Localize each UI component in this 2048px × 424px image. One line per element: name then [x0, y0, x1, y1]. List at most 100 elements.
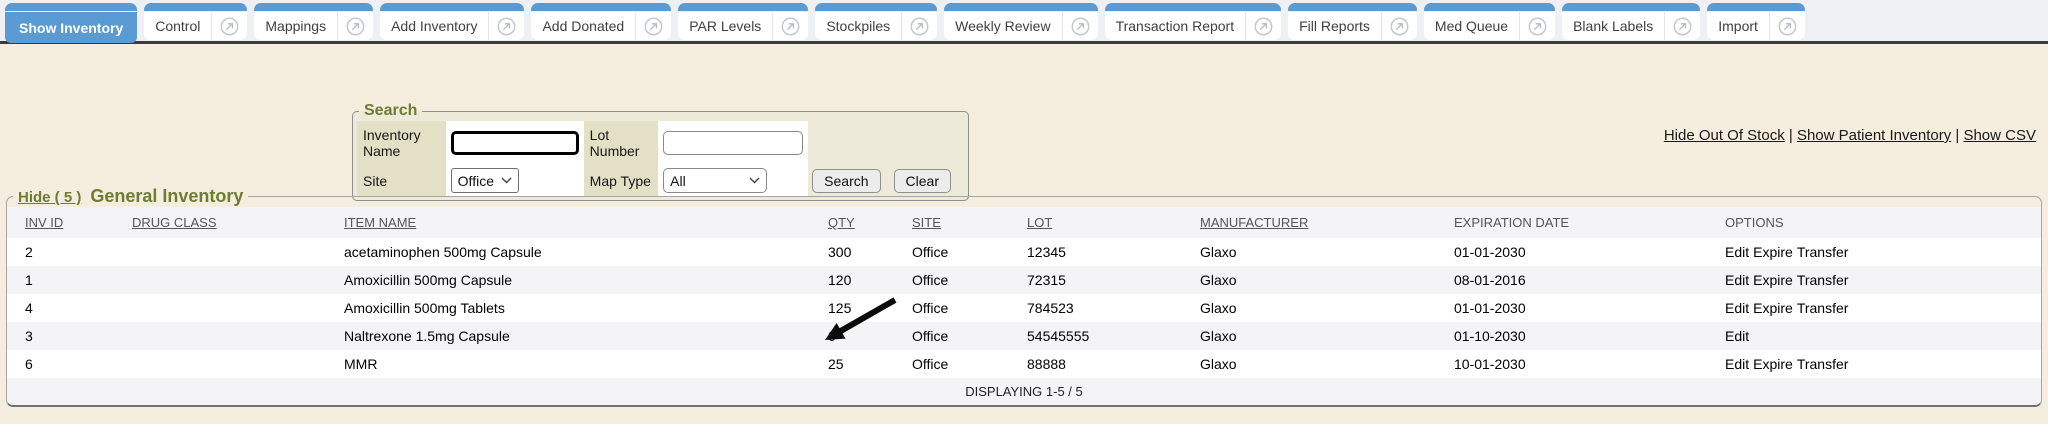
tab-add-donated[interactable]: Add Donated: [531, 3, 671, 40]
cell-options: EditExpireTransfer: [1707, 266, 2041, 294]
tab-open-in-new-button[interactable]: [1382, 17, 1417, 36]
tab-label: Weekly Review: [944, 18, 1061, 34]
tab-bar: Show InventoryControlMappingsAdd Invento…: [0, 0, 2048, 44]
tab-accent-bar: [380, 3, 524, 11]
table-row: 6MMR25Office88888Glaxo10-01-2030EditExpi…: [7, 350, 2041, 378]
tab-par-levels[interactable]: PAR Levels: [678, 3, 808, 40]
displaying-count: DISPLAYING 1-5 / 5: [7, 378, 2041, 405]
cell-qty: 25: [810, 350, 894, 378]
tab-open-in-new-button[interactable]: [212, 17, 247, 36]
table-footer-row: DISPLAYING 1-5 / 5: [7, 378, 2041, 405]
option-transfer-link[interactable]: Transfer: [1797, 356, 1849, 372]
tab-accent-bar: [678, 3, 808, 11]
tab-add-inventory[interactable]: Add Inventory: [380, 3, 524, 40]
option-expire-link[interactable]: Expire: [1753, 272, 1793, 288]
tab-show-inventory[interactable]: Show Inventory: [5, 3, 137, 43]
tab-weekly-review[interactable]: Weekly Review: [944, 3, 1097, 40]
option-expire-link[interactable]: Expire: [1753, 356, 1793, 372]
option-edit-link[interactable]: Edit: [1725, 328, 1749, 344]
tab-open-in-new-button[interactable]: [489, 17, 524, 36]
option-expire-link[interactable]: Expire: [1753, 300, 1793, 316]
option-edit-link[interactable]: Edit: [1725, 244, 1749, 260]
tab-label: Med Queue: [1424, 18, 1519, 34]
tab-open-in-new-button[interactable]: [1770, 17, 1805, 36]
cell-manufacturer: Glaxo: [1182, 322, 1436, 350]
option-transfer-link[interactable]: Transfer: [1797, 272, 1849, 288]
cell-inv-id: 1: [7, 266, 114, 294]
tab-open-in-new-button[interactable]: [1520, 17, 1555, 36]
column-label-site[interactable]: SITE: [912, 215, 941, 230]
tab-blank-labels[interactable]: Blank Labels: [1562, 3, 1700, 40]
link-show-patient-inventory[interactable]: Show Patient Inventory: [1797, 127, 1951, 144]
tab-mappings[interactable]: Mappings: [254, 3, 373, 40]
tab-open-in-new-button[interactable]: [1246, 17, 1281, 36]
table-row: 2acetaminophen 500mg Capsule300Office123…: [7, 238, 2041, 266]
search-legend: Search: [359, 102, 422, 120]
link-show-csv[interactable]: Show CSV: [1963, 127, 2036, 144]
cell-item-name: Amoxicillin 500mg Capsule: [326, 266, 810, 294]
tab-label: Fill Reports: [1288, 18, 1381, 34]
quick-links: Hide Out Of Stock | Show Patient Invento…: [1664, 127, 2036, 144]
cell-drug-class: [114, 238, 326, 266]
tab-accent-bar: [531, 3, 671, 11]
cell-options: EditExpireTransfer: [1707, 350, 2041, 378]
tab-accent-bar: [5, 3, 137, 11]
column-label-lot[interactable]: LOT: [1027, 215, 1052, 230]
tab-label: Blank Labels: [1562, 18, 1664, 34]
option-edit-link[interactable]: Edit: [1725, 272, 1749, 288]
column-label-item-name[interactable]: ITEM NAME: [344, 215, 416, 230]
tab-accent-bar: [1424, 3, 1555, 11]
cell-expiration-date: 08-01-2016: [1436, 266, 1707, 294]
column-label-manufacturer[interactable]: MANUFACTURER: [1200, 215, 1308, 230]
option-transfer-link[interactable]: Transfer: [1797, 300, 1849, 316]
tab-open-in-new-button[interactable]: [902, 17, 937, 36]
open-in-new-icon: [1390, 17, 1409, 36]
open-in-new-icon: [1673, 17, 1692, 36]
cell-item-name: Amoxicillin 500mg Tablets: [326, 294, 810, 322]
tab-label: Import: [1707, 18, 1769, 34]
tab-open-in-new-button[interactable]: [338, 17, 373, 36]
cell-options: Edit: [1707, 322, 2041, 350]
tab-control[interactable]: Control: [144, 3, 247, 40]
cell-inv-id: 4: [7, 294, 114, 322]
tab-open-in-new-button[interactable]: [1063, 17, 1098, 36]
lot-number-input[interactable]: [663, 131, 803, 155]
option-expire-link[interactable]: Expire: [1753, 244, 1793, 260]
option-edit-link[interactable]: Edit: [1725, 356, 1749, 372]
inventory-title: General Inventory: [90, 186, 243, 207]
inventory-name-input[interactable]: [451, 131, 579, 155]
column-header-site: SITE: [894, 207, 1009, 238]
cell-drug-class: [114, 294, 326, 322]
cell-expiration-date: 01-10-2030: [1436, 322, 1707, 350]
cell-qty: 0: [810, 322, 894, 350]
tab-accent-bar: [815, 3, 937, 11]
tab-accent-bar: [944, 3, 1097, 11]
column-label-qty[interactable]: QTY: [828, 215, 855, 230]
column-label-inv-id[interactable]: INV ID: [25, 215, 63, 230]
column-label-drug-class[interactable]: DRUG CLASS: [132, 215, 217, 230]
option-edit-link[interactable]: Edit: [1725, 300, 1749, 316]
tab-import[interactable]: Import: [1707, 3, 1805, 40]
inventory-page: { "tab_bar": { "external_icon": "open-in…: [0, 0, 2048, 424]
open-in-new-icon: [781, 17, 800, 36]
chevron-down-icon: [749, 177, 760, 184]
table-row: 3Naltrexone 1.5mg Capsule0Office54545555…: [7, 322, 2041, 350]
table-row: 4Amoxicillin 500mg Tablets125Office78452…: [7, 294, 2041, 322]
option-transfer-link[interactable]: Transfer: [1797, 244, 1849, 260]
tab-label: Add Donated: [531, 18, 635, 34]
tab-open-in-new-button[interactable]: [636, 17, 671, 36]
tab-label: Stockpiles: [815, 18, 901, 34]
inventory-legend: Hide ( 5 ) General Inventory: [13, 186, 248, 207]
tab-fill-reports[interactable]: Fill Reports: [1288, 3, 1417, 40]
tab-med-queue[interactable]: Med Queue: [1424, 3, 1555, 40]
link-hide-out-of-stock[interactable]: Hide Out Of Stock: [1664, 127, 1785, 144]
cell-manufacturer: Glaxo: [1182, 266, 1436, 294]
tab-label: PAR Levels: [678, 18, 772, 34]
tab-stockpiles[interactable]: Stockpiles: [815, 3, 937, 40]
hide-count-link[interactable]: Hide ( 5 ): [18, 189, 81, 206]
tab-transaction-report[interactable]: Transaction Report: [1105, 3, 1282, 40]
cell-lot: 72315: [1009, 266, 1182, 294]
tab-open-in-new-button[interactable]: [1665, 17, 1700, 36]
tab-open-in-new-button[interactable]: [773, 17, 808, 36]
cell-expiration-date: 01-01-2030: [1436, 294, 1707, 322]
